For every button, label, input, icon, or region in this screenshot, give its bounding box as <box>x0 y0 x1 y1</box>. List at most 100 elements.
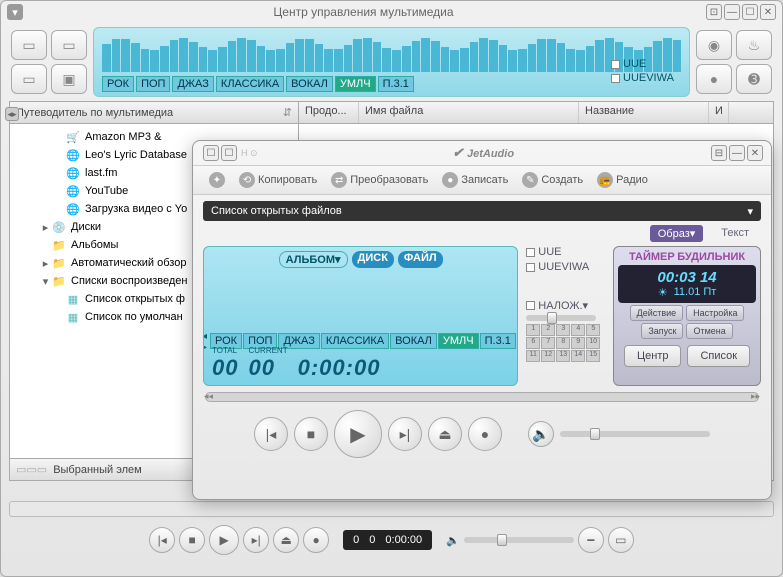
text-button[interactable]: Текст <box>713 225 757 242</box>
list-button[interactable]: Список <box>687 345 750 367</box>
preset-6[interactable]: 6 <box>526 337 540 349</box>
tool-записать[interactable]: ●Записать <box>436 169 514 191</box>
next-button[interactable]: ▸| <box>243 527 269 553</box>
preset-1[interactable]: 1 <box>526 324 540 336</box>
genre-джаз[interactable]: ДЖАЗ <box>172 76 213 92</box>
preset-15[interactable]: 15 <box>586 350 600 362</box>
genre-поп[interactable]: ПОП <box>136 76 170 92</box>
p-stop-button[interactable]: ■ <box>294 417 328 451</box>
pin-icon[interactable]: H ⊙ <box>241 148 258 159</box>
playlist-title-bar[interactable]: Список открытых файлов ▾ <box>203 201 761 221</box>
eject-button[interactable]: ⏏ <box>273 527 299 553</box>
player-compact-button[interactable]: ⊟ <box>711 145 727 161</box>
preset-9[interactable]: 9 <box>571 337 585 349</box>
view-mode-2[interactable]: ▭ <box>51 30 87 60</box>
minimize-button[interactable]: — <box>724 4 740 20</box>
p-play-button[interactable]: ▶ <box>334 410 382 458</box>
preset-10[interactable]: 10 <box>586 337 600 349</box>
album-chip[interactable]: АЛЬБОМ▾ <box>279 251 348 268</box>
counter-display: 0 0 0:00:00 <box>343 530 432 550</box>
view-mode-4[interactable]: ▣ <box>51 64 87 94</box>
player-close-button[interactable]: ✕ <box>747 145 763 161</box>
player-sys-2[interactable]: ☐ <box>221 145 237 161</box>
timer-panel: ТАЙМЕР БУДИЛЬНИК 00:03 14 ☀11.01 Пт Дейс… <box>613 246 761 386</box>
action-button[interactable]: Действие <box>630 305 684 321</box>
prev-button[interactable]: |◂ <box>149 527 175 553</box>
seek-bar[interactable] <box>9 501 774 517</box>
p-volume-slider[interactable] <box>560 431 710 437</box>
preset-2[interactable]: 2 <box>541 324 555 336</box>
list-header: Продо...Имя файлаНазваниеИ <box>299 102 773 124</box>
tree-header[interactable]: Путеводитель по мультимедиа ⇵ <box>10 102 298 124</box>
p-eject-button[interactable]: ⏏ <box>428 417 462 451</box>
tool-menu-icon[interactable]: ✦ <box>203 169 231 191</box>
genre-классика[interactable]: КЛАССИКА <box>216 76 284 92</box>
visualizer: РОКПОПДЖАЗКЛАССИКАВОКАЛУМЛЧП.3.1 UUE UUE… <box>93 27 690 97</box>
preset-13[interactable]: 13 <box>556 350 570 362</box>
tool-создать[interactable]: ✎Создать <box>516 169 589 191</box>
extra-button[interactable]: ⊡ <box>706 4 722 20</box>
tool-преобразовать[interactable]: ⇄Преобразовать <box>325 169 434 191</box>
panel-toggle-icon[interactable]: ◂▸ <box>5 107 19 121</box>
settings-button[interactable]: Настройка <box>686 305 744 321</box>
center-button[interactable]: Центр <box>624 345 682 367</box>
genre-п.3.1[interactable]: П.3.1 <box>378 76 414 92</box>
preset-4[interactable]: 4 <box>571 324 585 336</box>
p-record-button[interactable]: ● <box>468 417 502 451</box>
player-min-button[interactable]: — <box>729 145 745 161</box>
genre-рок[interactable]: РОК <box>102 76 134 92</box>
play-button[interactable]: ▶ <box>209 525 239 555</box>
player-toolbar: ✦ ⟲Копировать⇄Преобразовать●Записать✎Соз… <box>193 165 771 195</box>
main-title-bar: ▾ Центр управления мультимедиа ⊡ — ☐ ✕ <box>1 1 782 23</box>
ue-label-2: UUEVIWA <box>623 72 674 84</box>
record-button[interactable]: ● <box>696 64 732 94</box>
clock-display: 00:03 14 ☀11.01 Пт <box>618 265 756 303</box>
window-title: Центр управления мультимедиа <box>23 5 704 19</box>
rip-button[interactable]: ♨ <box>736 30 772 60</box>
close-button[interactable]: ✕ <box>760 4 776 20</box>
side-slider[interactable] <box>526 315 596 321</box>
preset-7[interactable]: 7 <box>541 337 555 349</box>
mute-button[interactable]: 🗕 <box>578 527 604 553</box>
stop-button[interactable]: ■ <box>179 527 205 553</box>
volume-icon[interactable]: 🔈 <box>446 534 460 547</box>
preset-8[interactable]: 8 <box>556 337 570 349</box>
p-prev-button[interactable]: |◂ <box>254 417 288 451</box>
view-mode-3[interactable]: ▭ <box>11 64 47 94</box>
record-small-button[interactable]: ● <box>303 527 329 553</box>
volume-slider[interactable] <box>464 537 574 543</box>
preset-3[interactable]: 3 <box>556 324 570 336</box>
col-header[interactable]: Название <box>579 102 709 123</box>
preset-3-button[interactable]: ➌ <box>736 64 772 94</box>
player-controls: |◂ ■ ▶ ▸| ⏏ ● 🔈 <box>193 406 771 466</box>
maximize-button[interactable]: ☐ <box>742 4 758 20</box>
player-sys-1[interactable]: ☐ <box>203 145 219 161</box>
obraz-button[interactable]: Образ▾ <box>650 225 704 242</box>
tool-радио[interactable]: 📻Радио <box>591 169 654 191</box>
menu-dropdown-icon[interactable]: ▾ <box>7 4 23 20</box>
col-header[interactable]: И <box>709 102 729 123</box>
side-controls: UUE UUEVIWA НАЛОЖ.▾ 12345678910111213141… <box>526 246 605 386</box>
file-chip[interactable]: ФАЙЛ <box>398 251 443 268</box>
col-header[interactable]: Продо... <box>299 102 359 123</box>
p-volume-icon[interactable]: 🔈 <box>528 421 554 447</box>
player-logo: ✔ JetAudio <box>258 145 709 161</box>
col-header[interactable]: Имя файла <box>359 102 579 123</box>
p-next-button[interactable]: ▸| <box>388 417 422 451</box>
tool-копировать[interactable]: ⟲Копировать <box>233 169 323 191</box>
start-button[interactable]: Запуск <box>641 323 683 339</box>
genre-умлч[interactable]: УМЛЧ <box>335 76 376 92</box>
burn-button[interactable]: ◉ <box>696 30 732 60</box>
genre-вокал[interactable]: ВОКАЛ <box>286 76 333 92</box>
view-mode-1[interactable]: ▭ <box>11 30 47 60</box>
preset-12[interactable]: 12 <box>541 350 555 362</box>
preset-14[interactable]: 14 <box>571 350 585 362</box>
disk-chip[interactable]: ДИСК <box>352 251 394 268</box>
cancel-button[interactable]: Отмена <box>686 323 732 339</box>
preset-11[interactable]: 11 <box>526 350 540 362</box>
jetaudio-player-window: ☐ ☐ H ⊙ ✔ JetAudio ⊟ — ✕ ✦ ⟲Копировать⇄П… <box>192 140 772 500</box>
lcd-display: АЛЬБОМ▾ ДИСК ФАЙЛ РОКПОПДЖАЗКЛАССИКАВОКА… <box>203 246 518 386</box>
preset-5[interactable]: 5 <box>586 324 600 336</box>
aux-button[interactable]: ▭ <box>608 527 634 553</box>
player-seek-bar[interactable]: ◂◂▸▸ <box>205 392 759 402</box>
